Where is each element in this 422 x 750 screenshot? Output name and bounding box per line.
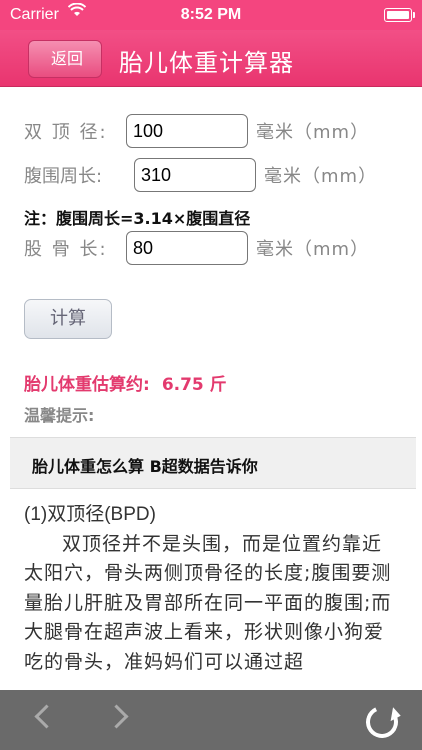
calculate-button[interactable]: 计算 <box>24 299 112 339</box>
article-title: 胎儿体重怎么算 B超数据告诉你 <box>32 457 258 476</box>
tip-label: 温馨提示: <box>24 406 95 425</box>
bpd-unit: 毫米（mm） <box>256 122 370 143</box>
nav-bar: 返回 胎儿体重计算器 <box>0 30 422 87</box>
battery-icon <box>384 8 415 22</box>
bpd-label: 双 顶 径: <box>24 122 108 143</box>
status-bar: Carrier 8:52 PM <box>0 0 422 30</box>
formula-note: 注：腹围周长=3.14×腹围直径 <box>24 209 251 228</box>
back-button-label: 返回 <box>50 49 83 68</box>
page-title: 胎儿体重计算器 <box>119 49 294 77</box>
ac-unit: 毫米（mm） <box>264 166 378 187</box>
article-content: (1)双顶径(BPD) 双顶径并不是头围，而是位置约靠近太阳穴，骨头两侧顶骨径的… <box>24 500 398 677</box>
article-body: 双顶径并不是头围，而是位置约靠近太阳穴，骨头两侧顶骨径的长度;腹围要测量胎儿肝脏… <box>24 532 392 673</box>
fl-input[interactable]: 80 <box>126 231 248 265</box>
ac-input[interactable]: 310 <box>134 158 256 192</box>
back-button[interactable]: 返回 <box>28 40 102 78</box>
chevron-left-icon[interactable] <box>16 690 76 750</box>
bottom-toolbar <box>0 690 422 750</box>
fl-label: 股 骨 长: <box>24 239 108 260</box>
article-subtitle: (1)双顶径(BPD) <box>24 504 156 525</box>
fl-unit: 毫米（mm） <box>256 239 370 260</box>
result-value: 6.75 斤 <box>161 375 227 395</box>
refresh-icon[interactable] <box>361 701 403 743</box>
chevron-right-icon[interactable] <box>90 690 150 750</box>
article-header: 胎儿体重怎么算 B超数据告诉你 <box>10 437 416 489</box>
result-line: 胎儿体重估算约: 6.75 斤 <box>24 370 227 395</box>
result-label: 胎儿体重估算约: <box>24 375 150 395</box>
ac-label: 腹围周长: <box>24 166 103 187</box>
bpd-input[interactable]: 100 <box>126 114 248 148</box>
clock: 8:52 PM <box>180 6 242 23</box>
